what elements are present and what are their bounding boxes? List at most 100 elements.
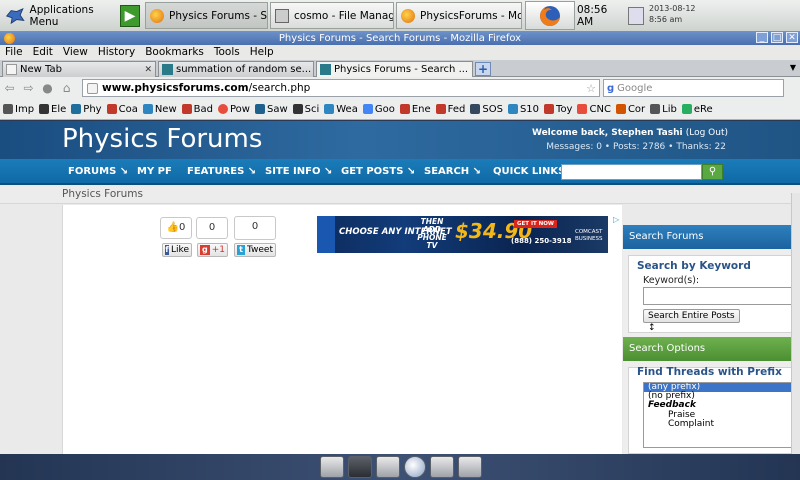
bookmark-star-icon[interactable]: ☆ (586, 82, 596, 95)
bookmark-item[interactable]: Sci (292, 104, 319, 115)
bookmark-item[interactable]: Toy (544, 104, 572, 115)
site-nav: FORUMS ↘ MY PF FEATURES ↘ SITE INFO ↘ GE… (0, 159, 800, 185)
back-arrow-icon[interactable]: ⇦ (0, 79, 19, 97)
show-desktop-button[interactable]: ▶ (116, 0, 144, 31)
tab-close-icon[interactable]: ✕ (311, 65, 313, 75)
nav-site-info[interactable]: SITE INFO ↘ (265, 166, 332, 177)
menu-history[interactable]: History (93, 45, 140, 60)
search-scope-select[interactable]: Search Entire Posts ↕ (643, 309, 740, 333)
nav-forums[interactable]: FORUMS ↘ (68, 166, 128, 177)
bookmark-icon (3, 104, 13, 114)
search-icon[interactable]: ⚲ (702, 164, 723, 180)
breadcrumb: Physics Forums (0, 187, 800, 204)
bookmark-icon (142, 104, 153, 114)
nav-search[interactable]: SEARCH ↘ (424, 166, 481, 177)
nav-my-pf[interactable]: MY PF (137, 166, 172, 177)
web-browser-icon[interactable] (404, 456, 426, 478)
ad-banner[interactable]: CHOOSE ANY INTERNET THEN ADD PHONE TV $3… (317, 216, 608, 253)
bookmark-item[interactable]: Saw (254, 104, 288, 115)
maximize-icon[interactable]: □ (771, 32, 783, 43)
google-plus-button[interactable]: g +1 (197, 243, 228, 257)
firefox-launcher[interactable] (525, 1, 575, 30)
ad-subheadline: THEN ADD PHONE TV (417, 217, 447, 250)
prefix-listbox[interactable]: (any prefix) (no prefix) Feedback Praise… (643, 382, 800, 448)
tab-physics-forums-search[interactable]: Physics Forums - Search ... ✕ (316, 61, 473, 77)
bookmark-item[interactable]: Wea (324, 104, 358, 115)
prefix-option-complaint[interactable]: Complaint (644, 419, 800, 429)
folder-icon[interactable] (458, 456, 482, 478)
find-threads-prefix-label: Find Threads with Prefix (637, 366, 782, 378)
page-scrollbar[interactable] (791, 193, 800, 454)
file-manager-icon[interactable] (376, 456, 400, 478)
adchoices-icon[interactable]: ▷ (613, 215, 619, 224)
bookmark-item[interactable]: Fed (435, 104, 465, 115)
bookmark-item[interactable]: Cor (615, 103, 646, 115)
bookmark-item[interactable]: New (142, 103, 177, 115)
bookmark-item[interactable]: Imp (3, 104, 34, 115)
tab-new-tab[interactable]: New Tab ✕ (2, 61, 156, 77)
nav-features[interactable]: FEATURES ↘ (187, 166, 256, 177)
bookmark-label: New (154, 103, 177, 115)
url-bar[interactable]: www.physicsforums.com/search.php ☆ (82, 79, 600, 97)
bookmark-item[interactable]: Coa (106, 104, 138, 115)
menu-bar: File Edit View History Bookmarks Tools H… (0, 45, 800, 60)
menu-help[interactable]: Help (245, 45, 279, 60)
xfce-mouse-icon (5, 7, 25, 24)
new-tab-button[interactable]: + (475, 62, 491, 76)
menu-edit[interactable]: Edit (28, 45, 58, 60)
web-search-input[interactable]: g Google (603, 79, 784, 97)
search-files-icon[interactable] (430, 456, 454, 478)
bookmark-item[interactable]: Ele (39, 104, 66, 115)
google-plus-icon: g (200, 245, 210, 255)
menu-view[interactable]: View (58, 45, 93, 60)
nav-get-posts[interactable]: GET POSTS ↘ (341, 166, 415, 177)
minimize-icon[interactable]: _ (756, 32, 768, 43)
close-icon[interactable]: ✕ (786, 32, 798, 43)
tab-list-chevron-down-icon[interactable]: ▼ (786, 60, 800, 76)
clock[interactable]: 08:56 AM (577, 0, 623, 31)
window-titlebar: Physics Forums - Search Forums - Mozilla… (0, 32, 800, 45)
bookmark-item[interactable]: Bad (181, 104, 213, 115)
site-search-input[interactable] (561, 164, 702, 180)
bookmark-item[interactable]: Ene (399, 104, 431, 115)
bookmark-item[interactable]: S10 (507, 103, 540, 115)
home-icon[interactable]: ⌂ (57, 79, 76, 97)
bookmark-item[interactable]: Goo (362, 104, 395, 115)
keyword-input[interactable] (643, 287, 800, 305)
tab-summation[interactable]: summation of random se... ✕ (158, 61, 314, 77)
bookmark-icon (324, 104, 335, 114)
bookmark-item[interactable]: SOS (470, 104, 503, 115)
bookmark-label: S10 (519, 103, 540, 115)
task-physicsforums-mozilla[interactable]: PhysicsForums - Moz... (396, 2, 522, 29)
applications-menu[interactable]: Applications Menu (0, 0, 116, 31)
bookmark-item[interactable]: Pow (217, 104, 250, 115)
site-header: Physics Forums Welcome back, Stephen Tas… (0, 121, 800, 159)
site-title[interactable]: Physics Forums (62, 124, 262, 154)
ad-cta-button[interactable]: GET IT NOW (514, 220, 557, 228)
bookmark-item[interactable]: CNC (577, 104, 611, 115)
bookmark-item[interactable]: eRe (681, 104, 713, 115)
tweet-button[interactable]: t Tweet (234, 243, 276, 257)
terminal-icon[interactable] (348, 456, 372, 478)
breadcrumb-home[interactable]: Physics Forums (62, 188, 143, 200)
logout-link[interactable]: (Log Out) (686, 128, 728, 138)
tab-close-icon[interactable]: ✕ (468, 65, 472, 75)
menu-file[interactable]: File (0, 45, 28, 60)
bookmark-item[interactable]: Phy (71, 104, 102, 115)
task-file-manager[interactable]: cosmo - File Manager (270, 2, 394, 29)
task-physics-forums[interactable]: Physics Forums - Se... (145, 2, 268, 29)
stop-icon[interactable]: ● (38, 79, 57, 97)
tab-close-icon[interactable]: ✕ (141, 65, 152, 75)
facebook-like-button[interactable]: f Like (162, 243, 192, 257)
bookmark-icon (106, 104, 117, 114)
forward-arrow-icon[interactable]: ⇨ (19, 79, 38, 97)
show-desktop-icon[interactable] (320, 456, 344, 478)
welcome-text[interactable]: Welcome back, Stephen Tashi (532, 128, 683, 138)
bookmark-label: Imp (15, 103, 35, 115)
bookmark-label: Cor (627, 103, 646, 115)
calendar-icon-box[interactable] (623, 0, 649, 31)
menu-tools[interactable]: Tools (209, 45, 245, 60)
bookmark-item[interactable]: Lib (650, 104, 677, 115)
menu-bookmarks[interactable]: Bookmarks (140, 45, 209, 60)
pf-favicon-icon (320, 64, 331, 75)
